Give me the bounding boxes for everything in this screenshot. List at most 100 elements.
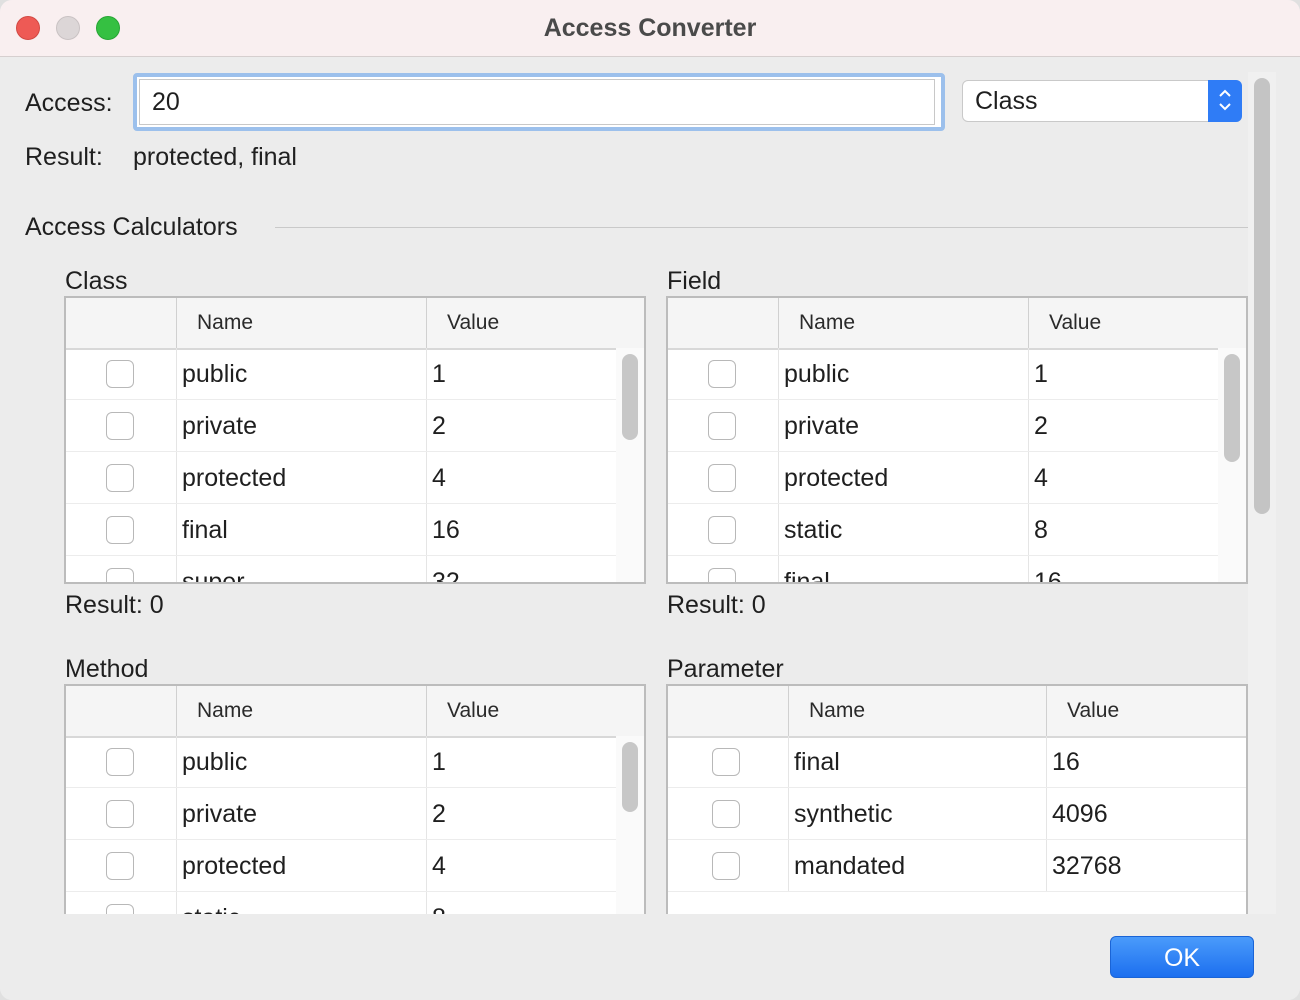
table-header: Name Value [66,298,644,350]
table-row[interactable]: mandated 32768 [668,840,1246,892]
checkbox-super[interactable] [106,568,134,582]
access-label: Access: [25,89,113,117]
table-row[interactable]: private 2 [66,400,616,452]
row-value: 32 [432,568,460,584]
column-header-name[interactable]: Name [778,298,1028,348]
row-value: 2 [432,412,446,440]
window-title: Access Converter [543,14,757,42]
access-converter-window: Access Converter Access: Class Result: p… [0,0,1300,1000]
row-name: super [182,568,245,584]
row-name: protected [182,852,287,880]
table-row[interactable]: public 1 [66,736,616,788]
row-name: static [784,516,843,544]
column-header-name[interactable]: Name [788,686,1046,736]
table-row[interactable]: super 32 [66,556,616,584]
row-name: final [182,516,228,544]
row-name: synthetic [794,800,893,828]
checkbox-protected[interactable] [106,852,134,880]
table-row[interactable]: protected 4 [66,840,616,892]
row-name: public [182,748,248,776]
row-name: private [784,412,860,440]
column-header-name[interactable]: Name [176,298,426,348]
table-row[interactable]: static 8 [668,504,1218,556]
row-name: public [182,360,248,388]
table-row[interactable]: private 2 [66,788,616,840]
table-row[interactable]: final 16 [668,556,1218,584]
row-name: protected [182,464,287,492]
section-title: Access Calculators [25,213,238,241]
class-calc-title: Class [65,267,128,295]
row-name: protected [784,464,889,492]
column-header-value[interactable]: Value [426,298,616,348]
parameter-calc-table: Name Value final 16 synthetic 4096 manda… [666,684,1248,916]
button-bar [0,914,1300,1000]
checkbox-mandated[interactable] [712,852,740,880]
checkbox-public[interactable] [106,360,134,388]
table-row[interactable]: public 1 [66,348,616,400]
checkbox-final[interactable] [712,748,740,776]
window-scrollbar-thumb[interactable] [1254,78,1270,514]
table-row[interactable]: private 2 [668,400,1218,452]
table-row[interactable]: synthetic 4096 [668,788,1246,840]
table-row[interactable]: final 16 [668,736,1246,788]
column-header-value[interactable]: Value [426,686,616,736]
checkbox-static[interactable] [708,516,736,544]
checkbox-public[interactable] [106,748,134,776]
table-row[interactable]: static 8 [66,892,616,916]
field-calc-table: Name Value public 1 private 2 protected … [666,296,1248,584]
row-name: mandated [794,852,906,880]
scrollbar-thumb[interactable] [622,742,638,812]
class-calc-table: Name Value public 1 private 2 protected … [64,296,646,584]
row-value: 32768 [1052,852,1122,880]
scrollbar-thumb[interactable] [622,354,638,440]
column-header-value[interactable]: Value [1028,298,1218,348]
column-header-value[interactable]: Value [1046,686,1246,736]
table-header: Name Value [668,686,1246,738]
field-calc-result: Result: 0 [667,591,766,619]
table-row[interactable]: protected 4 [66,452,616,504]
access-input[interactable] [139,79,935,125]
row-value: 8 [1034,516,1048,544]
row-value: 4 [432,852,446,880]
row-value: 2 [432,800,446,828]
row-value: 1 [1034,360,1048,388]
result-value: protected, final [133,143,297,171]
table-row[interactable]: public 1 [668,348,1218,400]
row-name: static [182,892,240,916]
row-value: 8 [432,892,446,916]
row-name: public [784,360,850,388]
checkbox-final[interactable] [708,568,736,582]
column-header-name[interactable]: Name [176,686,426,736]
row-value: 2 [1034,412,1048,440]
checkbox-synthetic[interactable] [712,800,740,828]
method-calc-table: Name Value public 1 private 2 protected … [64,684,646,916]
row-value: 4 [1034,464,1048,492]
row-name: final [784,568,830,584]
class-calc-result: Result: 0 [65,591,164,619]
parameter-calc-title: Parameter [667,655,784,683]
checkbox-private[interactable] [106,412,134,440]
row-name: private [182,800,258,828]
result-label: Result: [25,143,103,171]
table-row[interactable]: protected 4 [668,452,1218,504]
checkbox-public[interactable] [708,360,736,388]
table-header: Name Value [66,686,644,738]
row-value: 16 [432,516,460,544]
section-divider [275,227,1248,228]
row-value: 4 [432,464,446,492]
checkbox-final[interactable] [106,516,134,544]
ok-button[interactable]: OK [1110,936,1254,978]
checkbox-private[interactable] [106,800,134,828]
checkbox-protected[interactable] [106,464,134,492]
table-header: Name Value [668,298,1246,350]
kind-select[interactable]: Class [962,80,1242,122]
table-row[interactable]: final 16 [66,504,616,556]
checkbox-private[interactable] [708,412,736,440]
chevron-updown-icon [1208,80,1242,122]
method-calc-title: Method [65,655,149,683]
row-value: 1 [432,748,446,776]
row-name: final [794,748,840,776]
scrollbar-thumb[interactable] [1224,354,1240,462]
checkbox-protected[interactable] [708,464,736,492]
field-calc-title: Field [667,267,722,295]
